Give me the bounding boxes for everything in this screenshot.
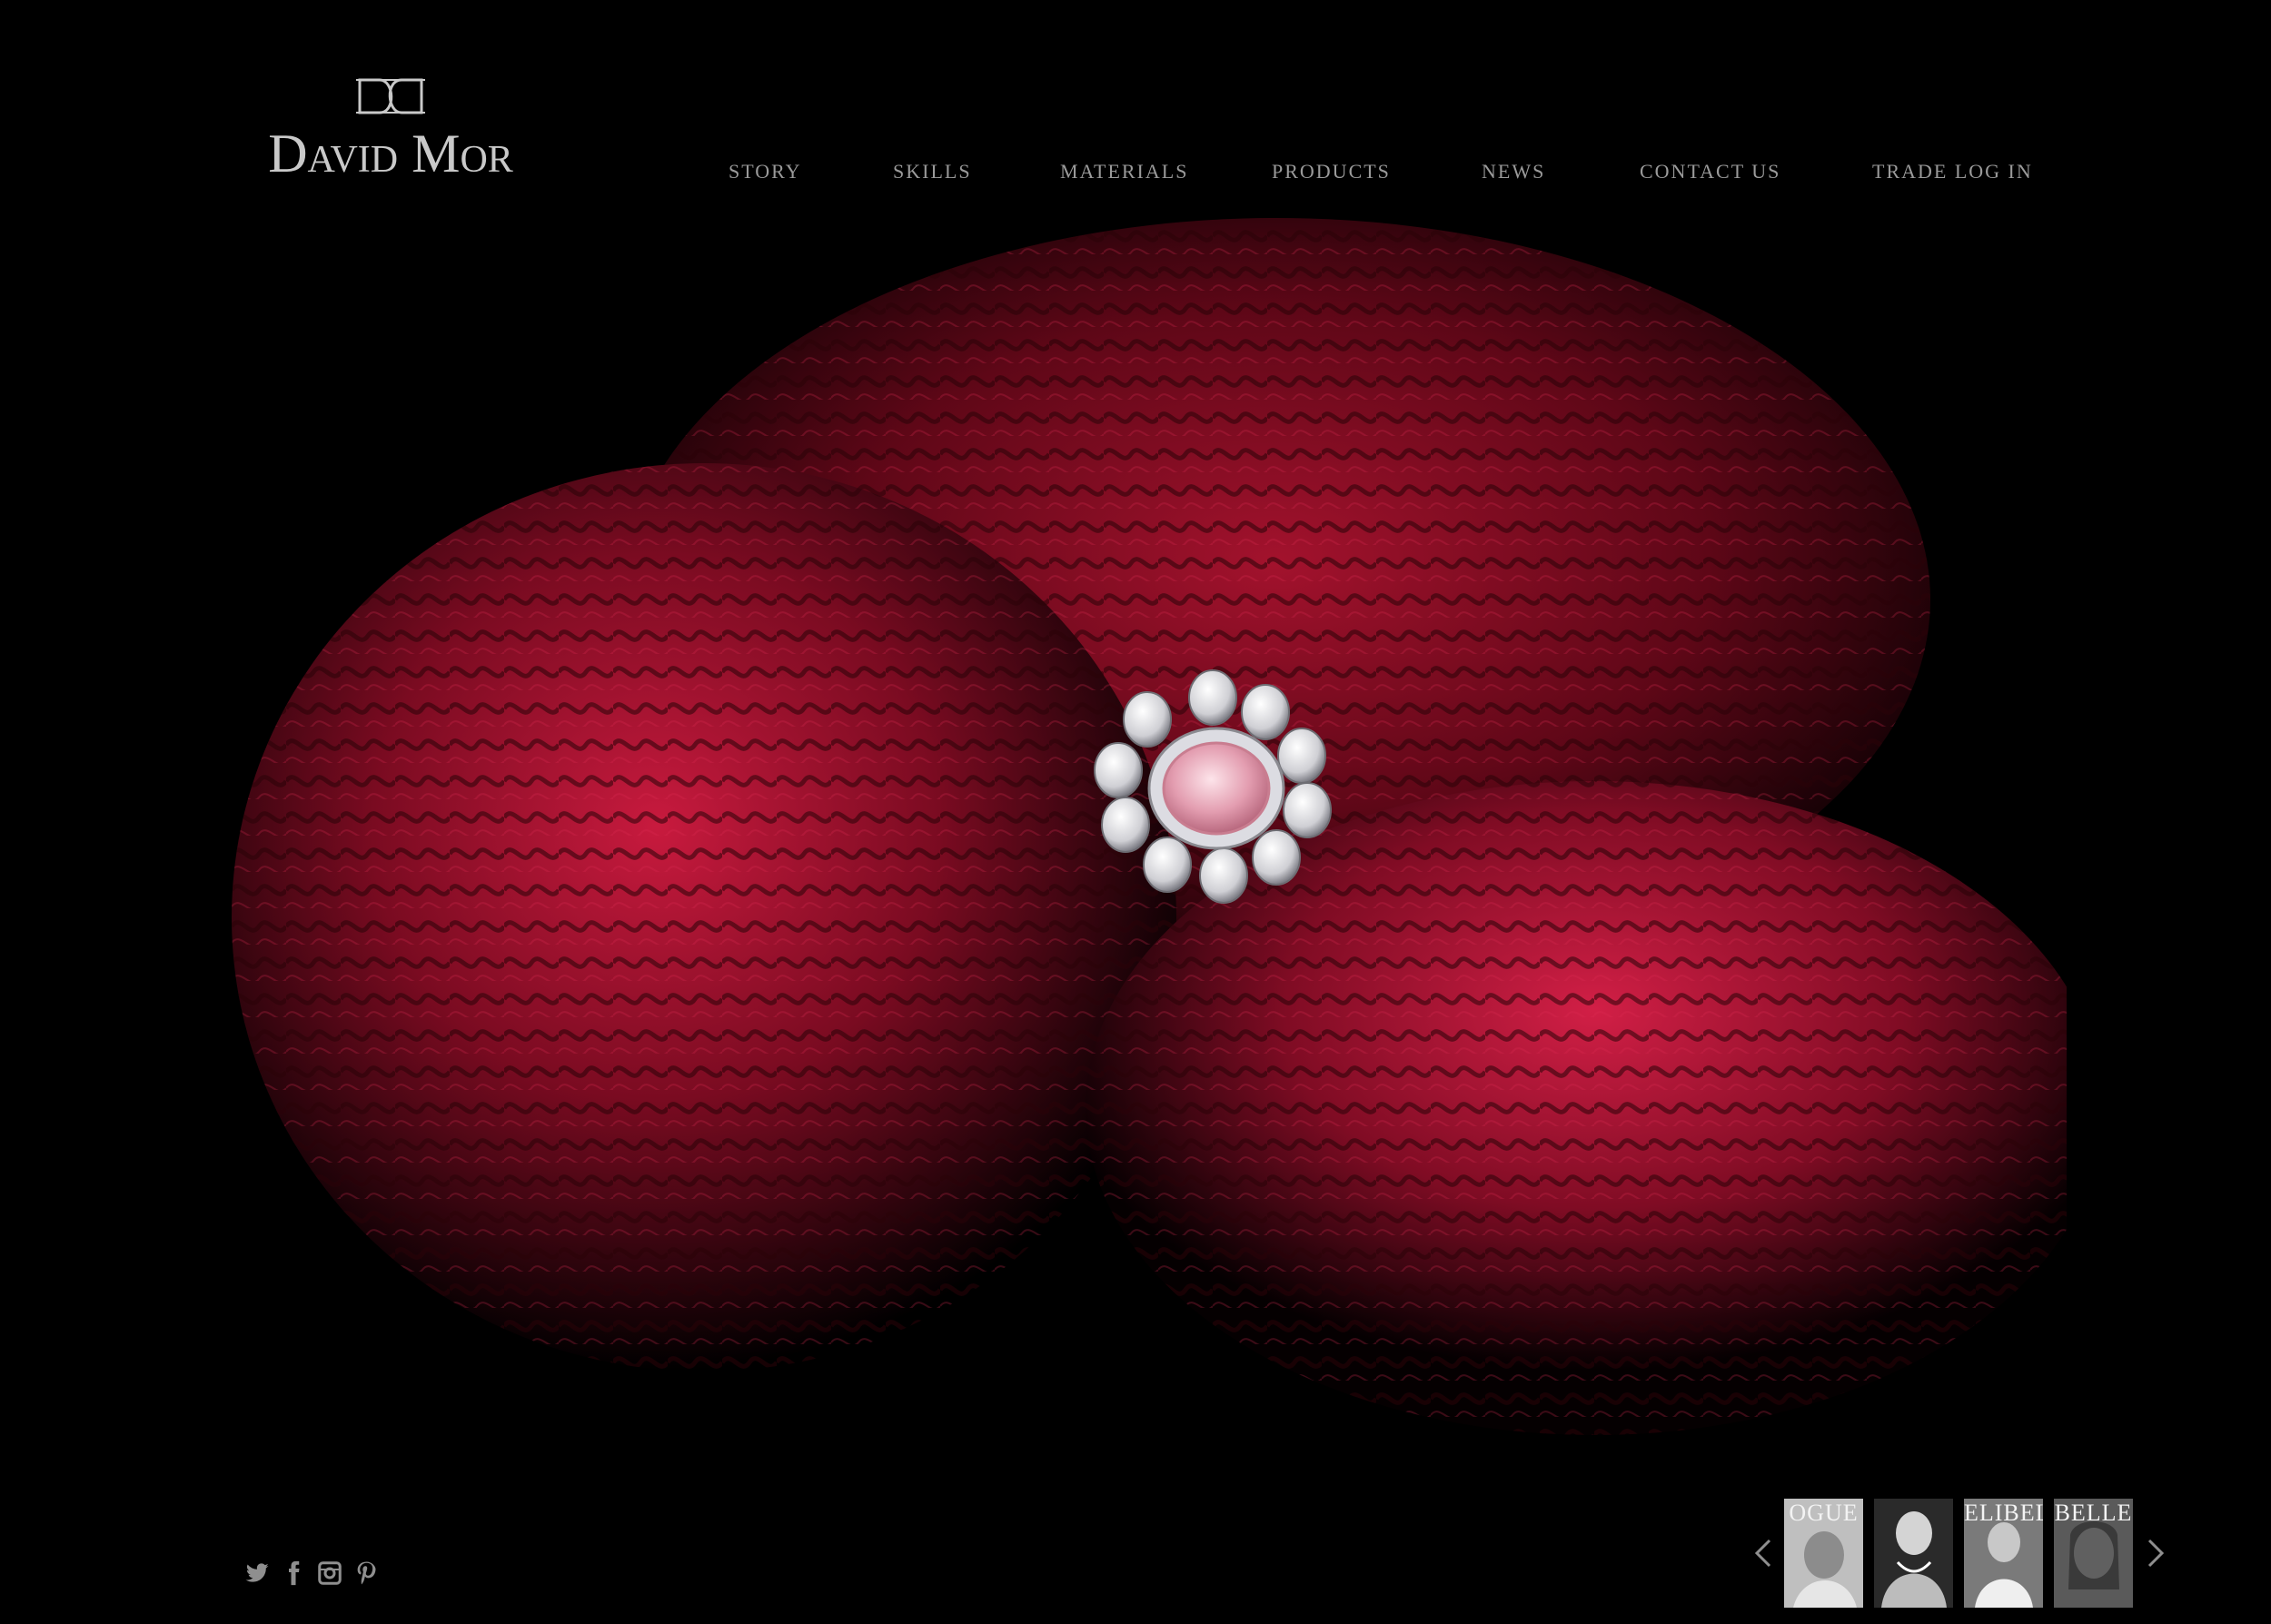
hero-image (232, 218, 2067, 1435)
chevron-left-icon[interactable] (1750, 1535, 1777, 1571)
nav-item-story[interactable]: STORY (729, 160, 802, 183)
social-links (243, 1555, 380, 1591)
press-thumbnail-3[interactable]: ELIBELLE (1964, 1499, 2043, 1608)
pinterest-icon[interactable] (352, 1560, 380, 1587)
nav-item-skills[interactable]: SKILLS (893, 160, 972, 183)
monogram-icon (356, 78, 425, 114)
press-thumbnail-1-title: OGUE (1789, 1500, 1859, 1526)
nav-item-products[interactable]: PRODUCTS (1272, 160, 1391, 183)
nav-item-contact-us[interactable]: CONTACT US (1640, 160, 1780, 183)
press-thumbnail-3-title: ELIBELLE (1964, 1500, 2043, 1526)
instagram-icon[interactable] (316, 1560, 343, 1587)
press-thumbnail-1[interactable]: OGUE (1784, 1499, 1863, 1608)
press-thumbnail-4[interactable]: BELLE (2054, 1499, 2133, 1608)
nav-item-trade-log-in[interactable]: TRADE LOG IN (1872, 160, 2033, 183)
celosia-ring-illustration (232, 218, 2067, 1435)
facebook-icon[interactable] (280, 1560, 307, 1587)
twitter-icon[interactable] (243, 1560, 271, 1587)
nav-item-materials[interactable]: MATERIALS (1060, 160, 1188, 183)
brand-name: David Mor (268, 124, 513, 183)
press-thumbnail-4-title: BELLE (2054, 1500, 2133, 1526)
brand-logo[interactable]: David Mor (241, 74, 540, 183)
press-thumbnail-2[interactable] (1874, 1499, 1953, 1608)
chevron-right-icon[interactable] (2142, 1535, 2169, 1571)
nav-item-news[interactable]: NEWS (1482, 160, 1545, 183)
press-thumbnails: OGUE ELIBELLE BELLE (1784, 1499, 2133, 1608)
